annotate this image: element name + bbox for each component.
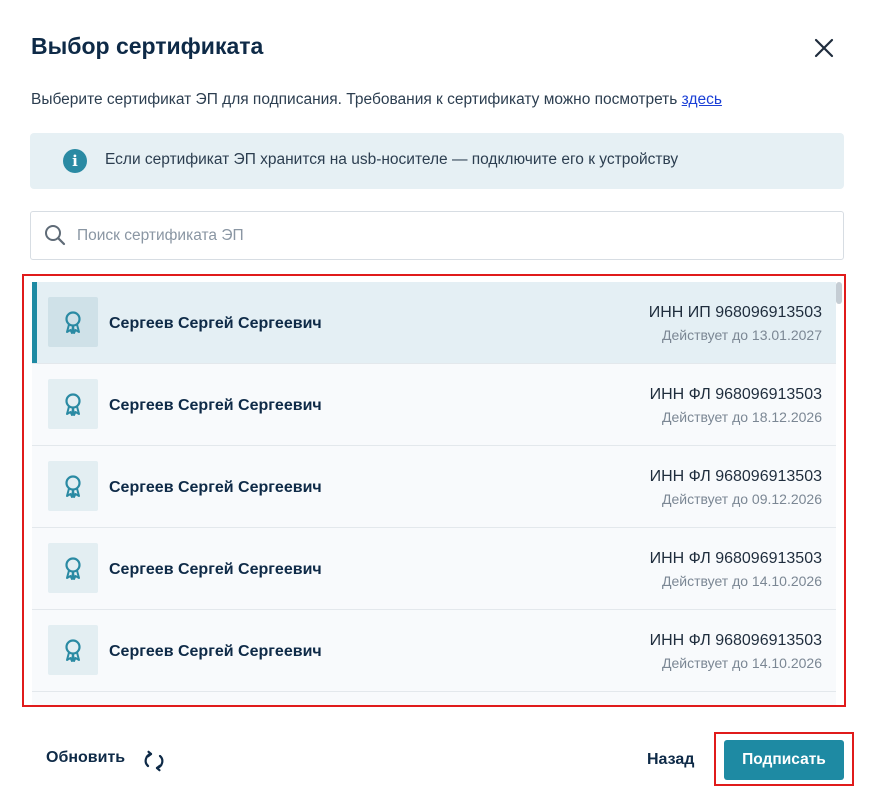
- info-icon: i: [63, 149, 87, 173]
- certificate-row[interactable]: Сергеев Сергей Сергеевич ИНН ФЛ 968096913…: [32, 364, 836, 446]
- certificate-row-partial[interactable]: [32, 692, 836, 705]
- certificate-icon-box: [48, 297, 98, 347]
- certificate-list[interactable]: Сергеев Сергей Сергеевич ИНН ИП 968096913…: [32, 282, 836, 705]
- sign-button-frame: Подписать: [714, 732, 854, 786]
- certificate-owner: Сергеев Сергей Сергеевич: [109, 643, 322, 660]
- certificate-row[interactable]: Сергеев Сергей Сергеевич ИНН ФЛ 968096913…: [32, 446, 836, 528]
- certificate-icon-box: [48, 625, 98, 675]
- requirements-link[interactable]: здесь: [682, 91, 722, 108]
- certificate-icon-box: [48, 379, 98, 429]
- certificate-inn: ИНН ФЛ 968096913503: [649, 632, 822, 649]
- refresh-icon: [144, 750, 164, 772]
- search-input[interactable]: [75, 212, 819, 260]
- info-text: Если сертификат ЭП хранится на usb-носит…: [105, 151, 679, 168]
- certificate-icon: [65, 475, 81, 498]
- close-icon: [814, 38, 834, 58]
- certificate-icon: [65, 393, 81, 416]
- certificate-valid-until: Действует до 09.12.2026: [661, 491, 822, 507]
- certificate-valid-until: Действует до 13.01.2027: [661, 327, 822, 343]
- search-icon: [45, 225, 66, 246]
- dialog-title: Выбор сертификата: [31, 33, 264, 59]
- certificate-valid-until: Действует до 14.10.2026: [661, 573, 822, 589]
- certificate-owner: Сергеев Сергей Сергеевич: [109, 479, 322, 496]
- certificate-valid-until: Действует до 14.10.2026: [661, 655, 822, 671]
- dialog-subtitle: Выберите сертификат ЭП для подписания. Т…: [31, 91, 722, 109]
- certificate-icon-box: [48, 543, 98, 593]
- refresh-label: Обновить: [46, 749, 126, 766]
- certificate-inn: ИНН ФЛ 968096913503: [649, 386, 822, 403]
- certificate-inn: ИНН ИП 968096913503: [648, 304, 822, 321]
- back-button[interactable]: Назад: [647, 751, 694, 769]
- sign-button[interactable]: Подписать: [724, 740, 844, 780]
- subtitle-text: Выберите сертификат ЭП для подписания. Т…: [31, 91, 682, 108]
- certificate-list-frame: Сергеев Сергей Сергеевич ИНН ИП 968096913…: [22, 274, 846, 707]
- certificate-owner: Сергеев Сергей Сергеевич: [109, 397, 322, 414]
- certificate-row[interactable]: Сергеев Сергей Сергеевич ИНН ФЛ 968096913…: [32, 528, 836, 610]
- certificate-owner: Сергеев Сергей Сергеевич: [109, 561, 322, 578]
- info-banner: i Если сертификат ЭП хранится на usb-нос…: [30, 133, 844, 189]
- certificate-owner: Сергеев Сергей Сергеевич: [109, 315, 322, 332]
- close-button[interactable]: [810, 34, 838, 62]
- certificate-icon: [65, 639, 81, 662]
- list-scrollbar[interactable]: [836, 282, 842, 304]
- certificate-row[interactable]: Сергеев Сергей Сергеевич ИНН ИП 968096913…: [32, 282, 836, 364]
- certificate-icon-box: [48, 461, 98, 511]
- certificate-inn: ИНН ФЛ 968096913503: [649, 468, 822, 485]
- refresh-button[interactable]: Обновить: [46, 749, 164, 773]
- certificate-icon: [65, 557, 81, 580]
- certificate-row[interactable]: Сергеев Сергей Сергеевич ИНН ФЛ 968096913…: [32, 610, 836, 692]
- certificate-inn: ИНН ФЛ 968096913503: [649, 550, 822, 567]
- certificate-valid-until: Действует до 18.12.2026: [661, 409, 822, 425]
- search-box: [30, 211, 844, 260]
- certificate-icon: [65, 311, 81, 334]
